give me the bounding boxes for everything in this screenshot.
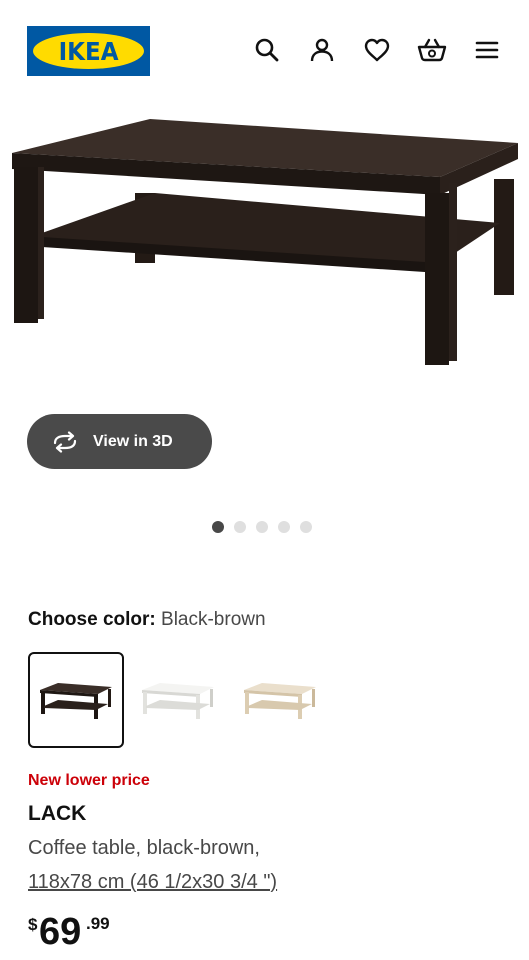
color-chooser-title: Choose color: Black-brown — [28, 609, 266, 631]
price-badge: New lower price — [28, 772, 150, 789]
logo-oval: IKEA — [33, 33, 144, 69]
product-name: LACK — [28, 802, 87, 825]
rotate-3d-icon — [53, 430, 77, 453]
color-label: Choose color: — [28, 609, 156, 630]
color-swatch-white[interactable] — [130, 652, 226, 748]
pagination-dot[interactable] — [212, 521, 224, 533]
ikea-logo[interactable]: IKEA — [27, 26, 150, 76]
logo-text: IKEA — [58, 36, 119, 66]
heart-icon[interactable] — [360, 33, 394, 67]
view-in-3d-label: View in 3D — [93, 432, 173, 450]
price-decimal: .99 — [86, 914, 110, 933]
product-description: Coffee table, black-brown, — [28, 837, 260, 859]
pagination-dot[interactable] — [300, 521, 312, 533]
search-icon[interactable] — [250, 33, 284, 67]
account-icon[interactable] — [305, 33, 339, 67]
pagination-dot[interactable] — [234, 521, 246, 533]
menu-icon[interactable] — [470, 33, 504, 67]
header: IKEA — [0, 0, 529, 100]
color-swatch-black-brown[interactable] — [28, 652, 124, 748]
price-currency: $ — [28, 915, 38, 934]
pagination-dot[interactable] — [256, 521, 268, 533]
cart-icon[interactable] — [415, 33, 449, 67]
gallery-pagination — [212, 521, 312, 533]
view-in-3d-button[interactable]: View in 3D — [27, 414, 212, 469]
product-dimensions-link[interactable]: 118x78 cm (46 1/2x30 3/4 ") — [28, 871, 277, 894]
price-integer: 69 — [39, 911, 82, 953]
color-value: Black-brown — [161, 609, 266, 630]
product-image[interactable] — [0, 105, 529, 380]
pagination-dot[interactable] — [278, 521, 290, 533]
color-swatch-white-stained-oak[interactable] — [232, 652, 328, 748]
